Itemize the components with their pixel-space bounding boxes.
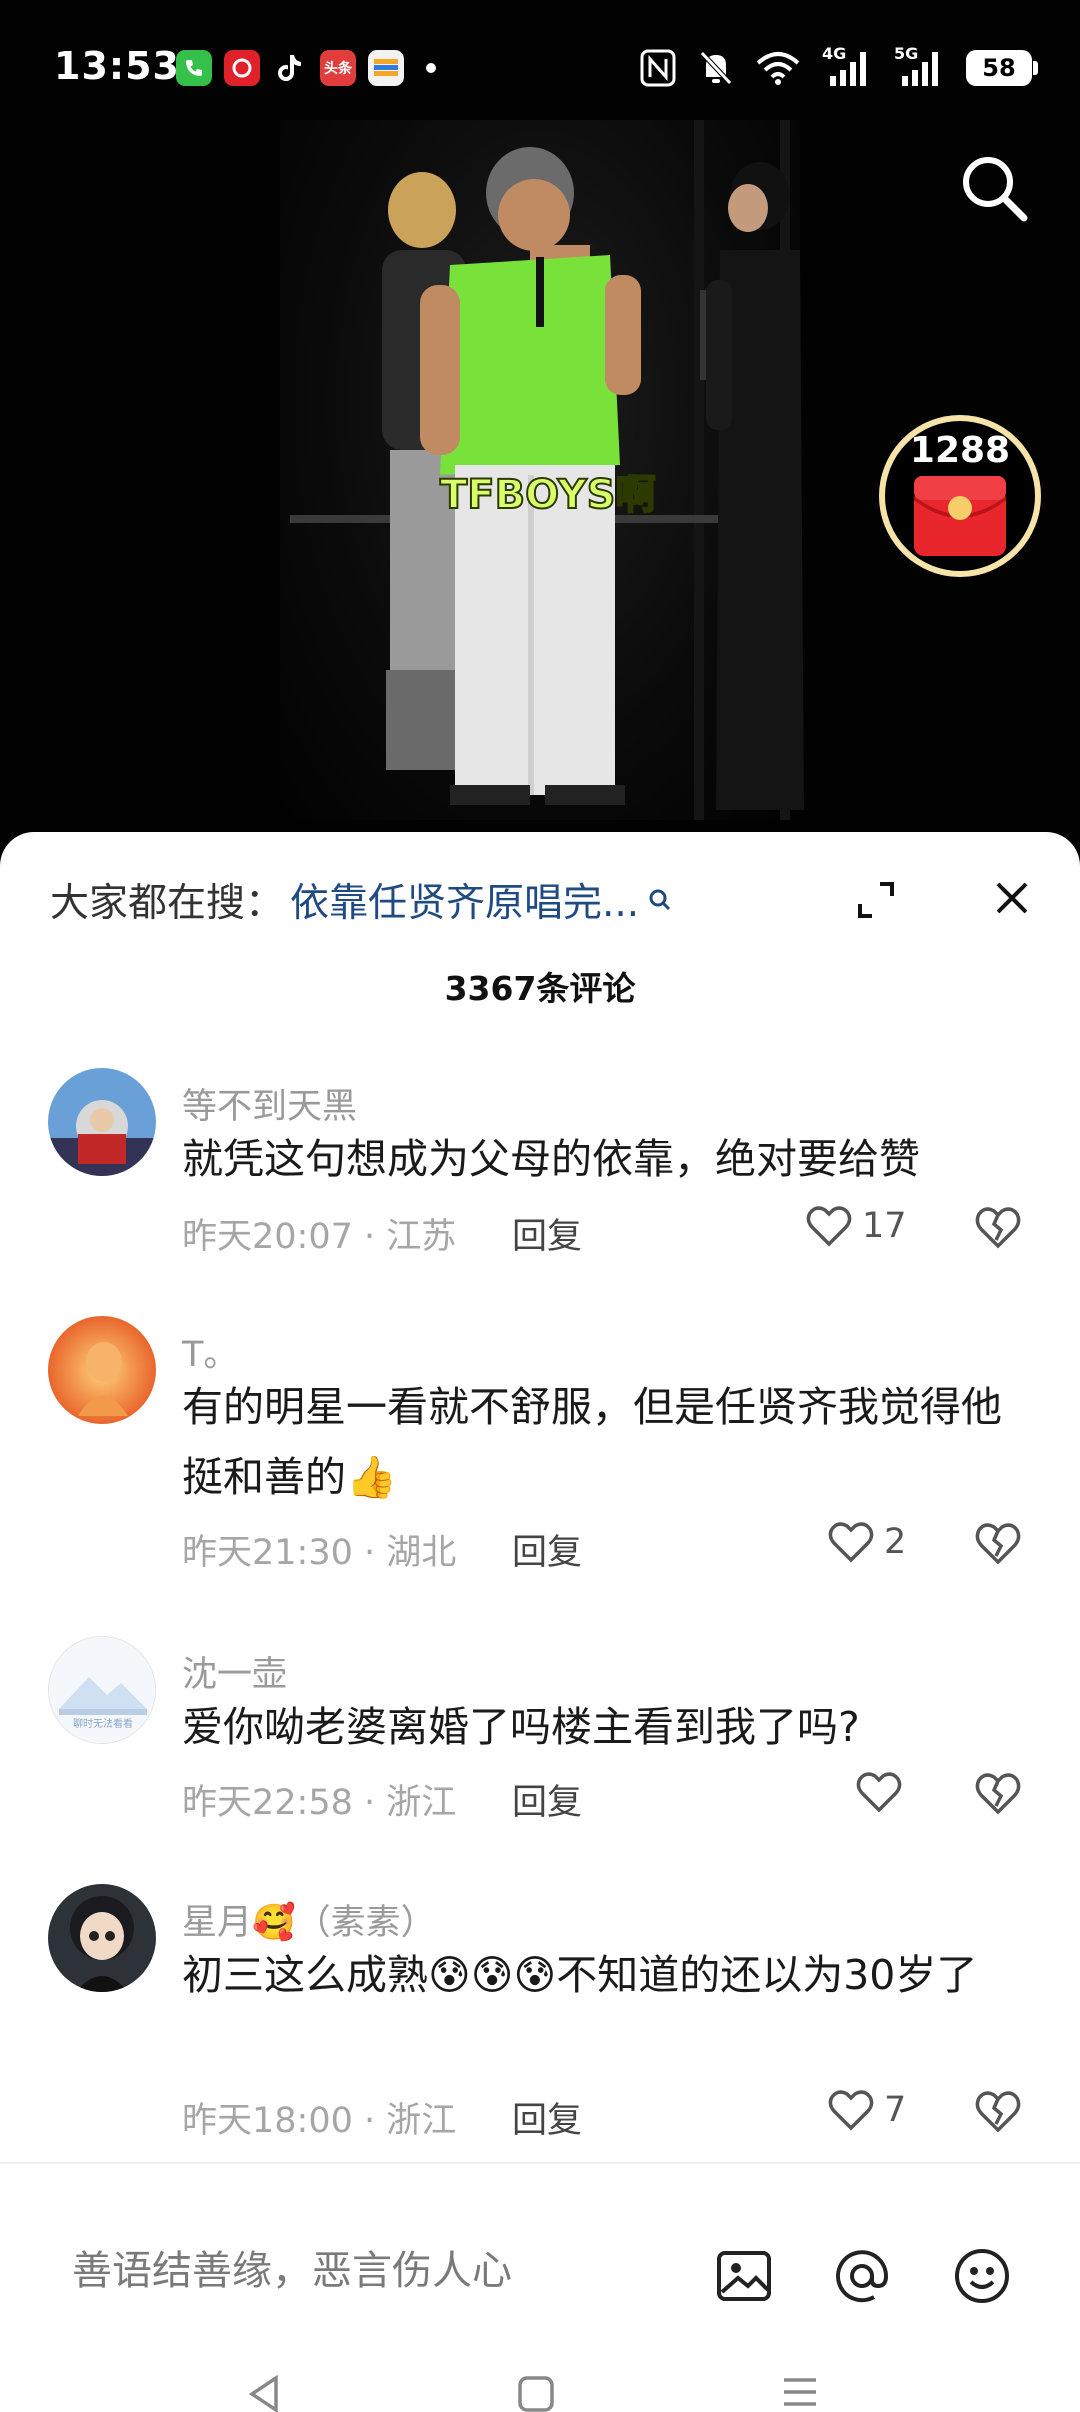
comment-username[interactable]: 沈一壶 — [182, 1646, 287, 1697]
heart-icon — [828, 2090, 874, 2131]
avatar[interactable]: 聊时无法看看 — [48, 1636, 156, 1744]
close-icon[interactable] — [990, 876, 1034, 920]
like-button[interactable]: 7 — [828, 2088, 906, 2132]
like-count: 2 — [884, 1522, 907, 1562]
nfc-icon — [640, 49, 676, 87]
phone-app-icon — [176, 50, 212, 86]
emoji-icon[interactable] — [952, 2246, 1012, 2306]
wallet-app-icon — [368, 50, 404, 86]
trending-query-link[interactable]: 依靠任贤齐原唱完... — [290, 872, 639, 928]
comment-count: 3367条评论 — [444, 969, 636, 1008]
broken-heart-icon[interactable] — [974, 1770, 1022, 1818]
like-button[interactable]: 17 — [806, 1204, 907, 1248]
home-nav-icon[interactable] — [516, 2374, 556, 2412]
image-picker-icon[interactable] — [714, 2246, 774, 2306]
trending-search[interactable]: 大家都在搜： 依靠任贤齐原唱完... — [50, 872, 673, 928]
broken-heart-icon[interactable] — [974, 1204, 1022, 1252]
wifi-icon — [756, 52, 800, 85]
mention-icon[interactable] — [832, 2246, 892, 2306]
toutiao-app-icon: 头条 — [320, 50, 356, 86]
comment-username[interactable]: 等不到天黑 — [182, 1078, 357, 1129]
taobao-app-icon — [224, 50, 260, 86]
comment-time-location: 昨天20:07 · 江苏 — [182, 1217, 457, 1257]
comment-time-location: 昨天21:30 · 湖北 — [182, 1533, 457, 1573]
comment-composer — [0, 2162, 1080, 2412]
avatar[interactable] — [48, 1316, 156, 1424]
avatar[interactable] — [48, 1884, 156, 1992]
avatar[interactable] — [48, 1068, 156, 1176]
reply-button[interactable]: 回复 — [512, 1774, 582, 1825]
heart-icon — [806, 1206, 852, 1247]
comment-username[interactable]: 星月🥰（素素） — [182, 1894, 436, 1945]
video-caption: TFBOYS啊 — [439, 471, 656, 519]
comment-username[interactable]: T。 — [182, 1326, 238, 1377]
avatar-caption: 聊时无法看看 — [73, 1719, 133, 1730]
heart-icon — [828, 1522, 874, 1563]
system-navigation-bar — [0, 2364, 1080, 2412]
expand-icon[interactable] — [852, 876, 900, 924]
trending-label: 大家都在搜： — [50, 881, 285, 926]
menu-nav-icon[interactable] — [780, 2374, 820, 2412]
comment-time-location: 昨天18:00 · 浙江 — [182, 2101, 457, 2141]
performer-right — [700, 162, 804, 810]
search-icon[interactable] — [956, 150, 1032, 226]
comment-text: 有的明星一看就不舒服，但是任贤齐我觉得他挺和善的👍 — [182, 1383, 1002, 1501]
comment-time-location: 昨天22:58 · 浙江 — [182, 1783, 457, 1823]
back-nav-icon[interactable] — [246, 2374, 282, 2412]
reply-button[interactable]: 回复 — [512, 1208, 582, 1259]
battery-indicator: 58 — [966, 50, 1038, 86]
like-button[interactable]: 2 — [828, 1520, 906, 1564]
signal-5g-icon: 5G — [894, 44, 944, 88]
reply-button[interactable]: 回复 — [512, 1524, 582, 1575]
comment-input[interactable] — [72, 2248, 672, 2294]
comment-text: 爱你呦老婆离婚了吗楼主看到我了吗? — [182, 1703, 860, 1751]
like-count: 17 — [862, 1206, 907, 1246]
broken-heart-icon[interactable] — [974, 2088, 1022, 2136]
status-bar: 13:53 头条 4G 5G 58 — [0, 0, 1080, 140]
broken-heart-icon[interactable] — [974, 1520, 1022, 1568]
tiktok-app-icon — [272, 50, 308, 86]
reply-button[interactable]: 回复 — [512, 2092, 582, 2143]
like-count: 7 — [884, 2090, 907, 2130]
status-time: 13:53 — [54, 44, 180, 88]
redpack-count: 1288 — [909, 430, 1011, 471]
search-small-icon — [649, 889, 671, 911]
more-notifications-dot — [426, 63, 436, 73]
signal-4g-icon: 4G — [822, 44, 872, 88]
mute-bell-icon — [700, 51, 732, 85]
comment-text: 就凭这句想成为父母的依靠，绝对要给赞 — [182, 1135, 920, 1183]
comment-text: 初三这么成熟😰😰😰不知道的还以为30岁了 — [182, 1951, 978, 1999]
status-app-icons: 头条 — [176, 50, 436, 86]
like-button[interactable] — [856, 1770, 912, 1814]
heart-icon — [856, 1772, 902, 1813]
status-indicators: 4G 5G 58 — [640, 44, 1038, 88]
